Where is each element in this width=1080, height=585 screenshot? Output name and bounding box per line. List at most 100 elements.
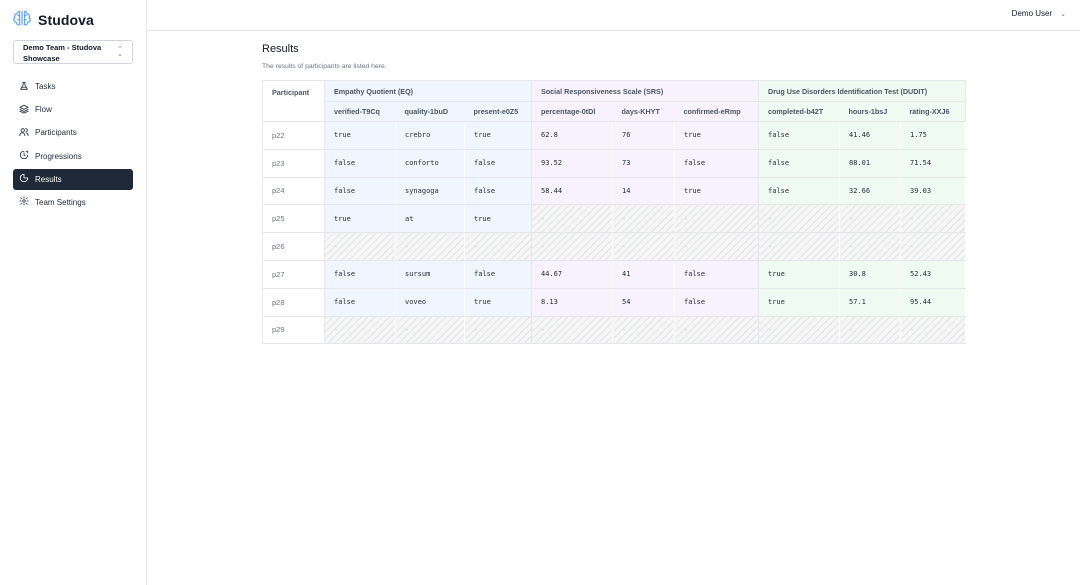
brain-logo-icon [12, 8, 32, 33]
table-cell: true [464, 204, 532, 234]
empty-cell: - [612, 204, 675, 234]
table-cell: true [758, 288, 840, 317]
empty-cell: - [674, 316, 759, 345]
group-header-dudit: Drug Use Disorders Identification Test (… [758, 80, 966, 102]
participant-id: p25 [262, 204, 325, 234]
table-cell: 54 [612, 288, 675, 317]
topbar: Demo User ⌄ [147, 0, 1080, 31]
table-cell: crebro [395, 121, 465, 150]
participant-id: p22 [262, 121, 325, 150]
table-cell: 88.01 [839, 149, 901, 178]
sidebar-item-label: Participants [35, 128, 77, 138]
empty-cell: - [758, 316, 840, 345]
column-header: rating-XXJ6 [900, 101, 966, 122]
sidebar-nav: Tasks Flow Participants Progressions Res… [13, 76, 133, 215]
empty-cell: - [464, 316, 532, 345]
empty-cell: - [900, 204, 966, 234]
table-cell: conforto [395, 149, 465, 178]
table-row[interactable]: p23 false conforto false 93.52 73 false false 88… [262, 149, 966, 178]
participant-id: p27 [262, 260, 325, 289]
table-cell: false [674, 149, 759, 178]
page-title: Results [262, 43, 299, 55]
chevron-up-down-icon: ⌃ ⌄ [117, 46, 123, 58]
sidebar-item-team-settings[interactable]: Team Settings [13, 192, 133, 213]
user-name: Demo User [1011, 9, 1053, 18]
group-header-eq: Empathy Quotient (EQ) [324, 80, 532, 102]
page-subtitle: The results of participants are listed h… [262, 63, 387, 70]
table-cell: false [464, 149, 532, 178]
table-cell: sursum [395, 260, 465, 289]
gear-icon [19, 196, 35, 208]
sidebar-item-participants[interactable]: Participants [13, 122, 133, 143]
table-row[interactable]: p27 false sursum false 44.67 41 false true 30.8 5… [262, 260, 966, 289]
empty-cell: - [674, 232, 759, 261]
column-header: hours-1bsJ [839, 101, 901, 122]
table-cell: 52.43 [900, 260, 966, 289]
column-header: confirmed-eRmp [674, 101, 759, 122]
column-header: verified-T9Cq [324, 101, 396, 122]
user-menu[interactable]: Demo User ⌄ [1012, 9, 1066, 18]
empty-cell: - [839, 204, 901, 234]
sidebar-item-label: Team Settings [35, 197, 86, 207]
table-cell: true [324, 121, 396, 150]
column-header: days-KHYT [612, 101, 675, 122]
table-cell: 76 [612, 121, 675, 150]
table-row[interactable]: p26- - - - - - - - - [262, 232, 966, 261]
table-cell: 58.44 [531, 177, 613, 206]
table-cell: true [758, 260, 840, 289]
table-cell: true [674, 121, 759, 150]
team-selector[interactable]: Demo Team - Studova Showcase ⌃ ⌄ [13, 40, 133, 64]
table-cell: 71.54 [900, 149, 966, 178]
table-row[interactable]: p22 true crebro true 62.8 76 true false 41.46 1.7… [262, 121, 966, 150]
table-cell: false [758, 121, 840, 150]
participant-id: p24 [262, 177, 325, 206]
empty-cell: - [839, 232, 901, 261]
progress-icon [19, 150, 35, 162]
sidebar-item-flow[interactable]: Flow [13, 99, 133, 120]
table-cell: synagoga [395, 177, 465, 206]
participant-column-header: Participant [262, 80, 325, 122]
empty-cell: - [674, 204, 759, 234]
sidebar-item-label: Results [35, 174, 62, 184]
column-header: completed-b42T [758, 101, 840, 122]
flask-icon [19, 81, 35, 93]
table-cell: 30.8 [839, 260, 901, 289]
empty-cell: - [395, 232, 465, 261]
table-cell: 41 [612, 260, 675, 289]
empty-cell: - [758, 204, 840, 234]
sidebar-item-label: Tasks [35, 82, 56, 91]
column-header: percentage-0tDl [531, 101, 613, 122]
table-cell: 57.1 [839, 288, 901, 317]
users-icon [19, 127, 35, 139]
table-cell: false [674, 288, 759, 317]
participant-id: p26 [262, 232, 325, 261]
results-icon [19, 173, 35, 185]
empty-cell: - [612, 316, 675, 345]
sidebar-item-tasks[interactable]: Tasks [13, 76, 133, 97]
results-table: Participant Empathy Quotient (EQ) Social… [262, 80, 966, 345]
column-header: quality-1buD [395, 101, 465, 122]
sidebar-item-label: Flow [35, 105, 52, 115]
team-name: Demo Team - Studova Showcase [23, 43, 102, 63]
sidebar-item-results[interactable]: Results [13, 168, 133, 190]
table-cell: true [464, 121, 532, 150]
empty-cell: - [531, 316, 613, 345]
table-row[interactable]: p29- - - - - - - - - [262, 316, 966, 345]
table-cell: 32.66 [839, 177, 901, 206]
sidebar: Studova Demo Team - Studova Showcase ⌃ ⌄ … [0, 0, 147, 585]
participant-id: p29 [262, 316, 325, 345]
table-cell: 39.03 [900, 177, 966, 206]
table-cell: false [758, 177, 840, 206]
chevron-down-icon: ⌄ [1060, 10, 1066, 18]
table-cell: false [758, 149, 840, 178]
table-cell: 1.75 [900, 121, 966, 150]
table-row[interactable]: p24 false synagoga false 58.44 14 true false 32.… [262, 177, 966, 206]
brand[interactable]: Studova [0, 0, 146, 40]
table-row[interactable]: p25 true at true - - - - - - [262, 204, 966, 234]
table-row[interactable]: p28 false voveo true 8.13 54 false true 57.1 95.4… [262, 288, 966, 317]
table-cell: 95.44 [900, 288, 966, 317]
empty-cell: - [324, 316, 396, 345]
table-cell: false [464, 177, 532, 206]
table-cell: false [324, 260, 396, 289]
sidebar-item-progressions[interactable]: Progressions [13, 146, 133, 167]
